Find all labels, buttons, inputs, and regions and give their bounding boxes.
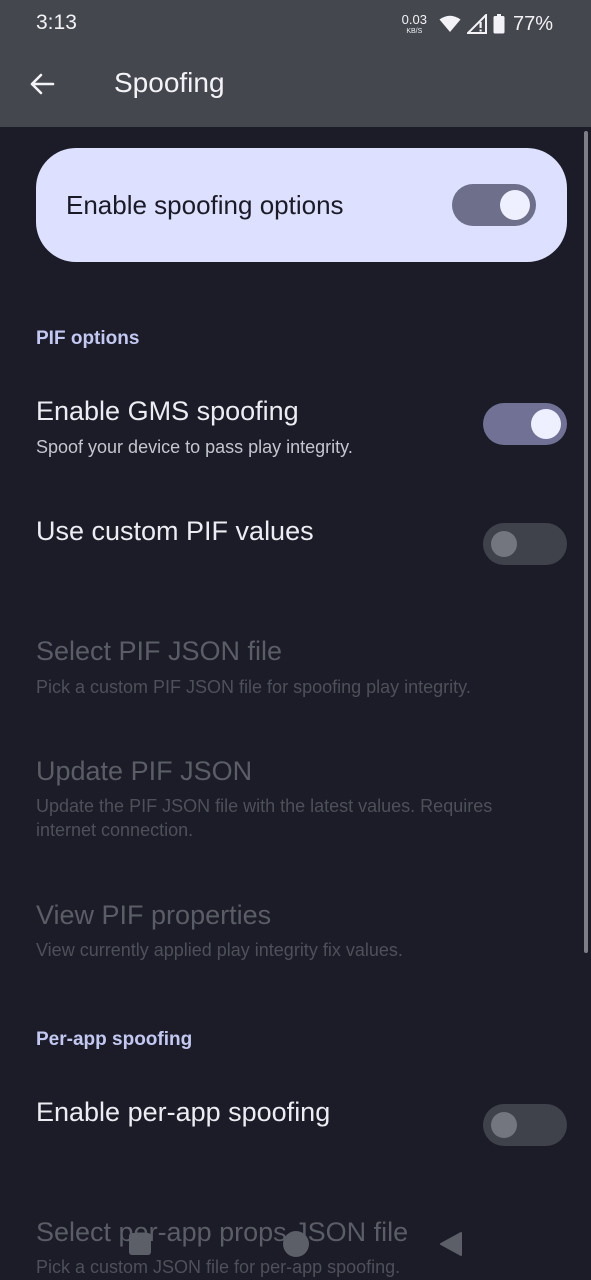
- preference-title: Enable GMS spoofing: [36, 396, 299, 426]
- custom-pif-switch[interactable]: [483, 523, 567, 565]
- battery-percent: 77%: [512, 12, 553, 35]
- arrow-back-icon: [30, 73, 55, 95]
- section-header-pif-options: PIF options: [36, 328, 140, 349]
- preference-summary: Spoof your device to pass play integrity…: [36, 437, 353, 457]
- network-speed-value: 0.03: [401, 12, 427, 27]
- preference-title: Update PIF JSON: [36, 756, 253, 786]
- switch-knob: [491, 1112, 517, 1138]
- back-button[interactable]: [20, 62, 64, 106]
- status-time: 3:13: [36, 11, 77, 34]
- network-speed: 0.03 KB/S: [402, 13, 427, 35]
- preference-title: Select PIF JSON file: [36, 636, 283, 666]
- recents-icon[interactable]: [129, 1233, 151, 1255]
- wifi-icon: [439, 15, 461, 32]
- main-switch-card[interactable]: Enable spoofing options: [36, 148, 567, 262]
- preference-summary: Pick a custom PIF JSON file for spoofing…: [36, 677, 471, 697]
- switch-knob: [531, 409, 561, 439]
- preference-summary: Update the PIF JSON file with the latest…: [36, 796, 493, 840]
- preference-summary: Pick a custom JSON file for per-app spoo…: [36, 1257, 401, 1277]
- main-switch-label: Enable spoofing options: [66, 190, 344, 220]
- home-icon[interactable]: [283, 1231, 309, 1257]
- scrollbar[interactable]: [584, 131, 588, 953]
- battery-icon: [493, 14, 505, 34]
- section-header-per-app-spoofing: Per-app spoofing: [36, 1029, 193, 1050]
- per-app-spoofing-switch[interactable]: [483, 1104, 567, 1146]
- switch-knob: [500, 190, 530, 220]
- page-title: Spoofing: [114, 67, 225, 98]
- back-triangle-icon[interactable]: [438, 1231, 464, 1257]
- switch-knob: [491, 531, 517, 557]
- preference-title: Enable per-app spoofing: [36, 1097, 331, 1127]
- preference-title: Use custom PIF values: [36, 516, 314, 546]
- status-icons: 0.03 KB/S 77%: [402, 10, 553, 38]
- cell-signal-icon: [466, 14, 487, 34]
- preference-title: Select per-app props JSON file: [36, 1217, 409, 1247]
- gms-spoofing-switch[interactable]: [483, 403, 567, 445]
- app-bar: 3:13 0.03 KB/S 77% Spoofing: [0, 0, 591, 127]
- preference-summary: View currently applied play integrity fi…: [36, 940, 403, 960]
- network-speed-unit: KB/S: [406, 28, 423, 35]
- preference-title: View PIF properties: [36, 900, 272, 930]
- main-switch-toggle[interactable]: [452, 184, 536, 226]
